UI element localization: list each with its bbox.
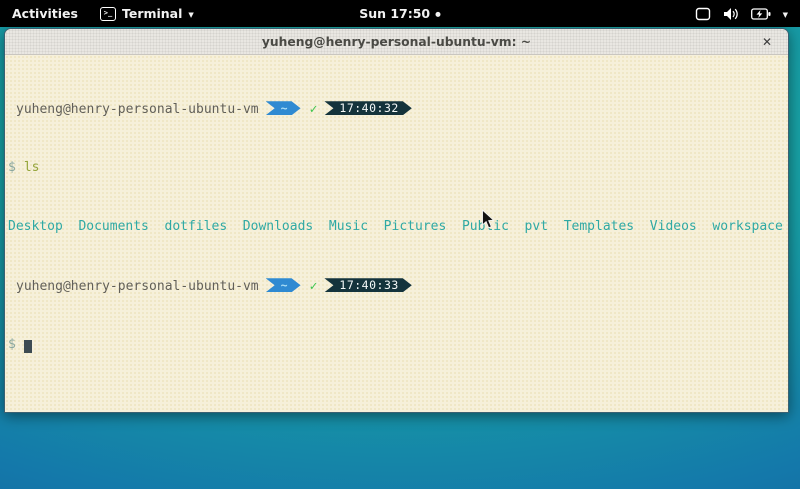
prompt-time-badge: 17:40:33 (324, 278, 411, 292)
mouse-pointer-icon (481, 209, 495, 234)
volume-icon (723, 7, 739, 21)
check-icon: ✓ (310, 102, 318, 117)
clock-label: Sun 17:50 (359, 6, 430, 21)
screen-icon (695, 7, 711, 21)
app-menu-button[interactable]: >_ Terminal ▼ (90, 0, 204, 27)
prompt-time: 17:40:32 (339, 101, 398, 115)
chevron-down-icon: ▼ (188, 11, 193, 19)
prompt-line-1: yuheng@henry-personal-ubuntu-vm ~ ✓ 17:40:3… (8, 102, 788, 117)
prompt-cwd: ~ (281, 278, 288, 292)
battery-charging-icon (751, 8, 771, 20)
close-button[interactable]: ✕ (754, 29, 780, 54)
terminal-app-icon: >_ (100, 7, 116, 21)
terminal-content[interactable]: yuheng@henry-personal-ubuntu-vm ~ ✓ 17:40:3… (5, 55, 788, 413)
prompt-username: yuheng@henry-personal-ubuntu-vm (8, 279, 259, 294)
activities-button[interactable]: Activities (0, 0, 90, 27)
top-bar: Activities >_ Terminal ▼ Sun 17:50 ● ▼ (0, 0, 800, 27)
prompt-cwd-badge: ~ (266, 278, 301, 292)
current-prompt-line: $ (8, 338, 788, 353)
prompt-username: yuheng@henry-personal-ubuntu-vm (8, 102, 259, 117)
prompt-time-badge: 17:40:32 (324, 101, 411, 115)
window-title: yuheng@henry-personal-ubuntu-vm: ~ (262, 35, 531, 49)
notification-dot-icon: ● (435, 10, 441, 18)
prompt-cwd: ~ (281, 101, 288, 115)
command-text: ls (24, 160, 40, 175)
prompt-line-2: yuheng@henry-personal-ubuntu-vm ~ ✓ 17:40:3… (8, 279, 788, 294)
terminal-window: yuheng@henry-personal-ubuntu-vm: ~ ✕ yuh… (4, 28, 789, 413)
check-icon: ✓ (310, 279, 318, 294)
prompt-cwd-badge: ~ (266, 101, 301, 115)
command-line: $ ls (8, 161, 788, 176)
app-menu-label: Terminal (122, 6, 182, 21)
clock-button[interactable]: Sun 17:50 ● (351, 0, 449, 27)
window-titlebar[interactable]: yuheng@henry-personal-ubuntu-vm: ~ ✕ (5, 29, 788, 55)
prompt-time: 17:40:33 (339, 278, 398, 292)
terminal-cursor (24, 340, 32, 353)
chevron-down-icon: ▼ (783, 11, 788, 19)
prompt-symbol: $ (8, 160, 16, 175)
system-status-area[interactable]: ▼ (683, 0, 800, 27)
ls-output-line: Desktop Documents dotfiles Downloads Mus… (8, 220, 788, 235)
prompt-symbol: $ (8, 337, 16, 352)
top-bar-left: Activities >_ Terminal ▼ (0, 0, 204, 27)
